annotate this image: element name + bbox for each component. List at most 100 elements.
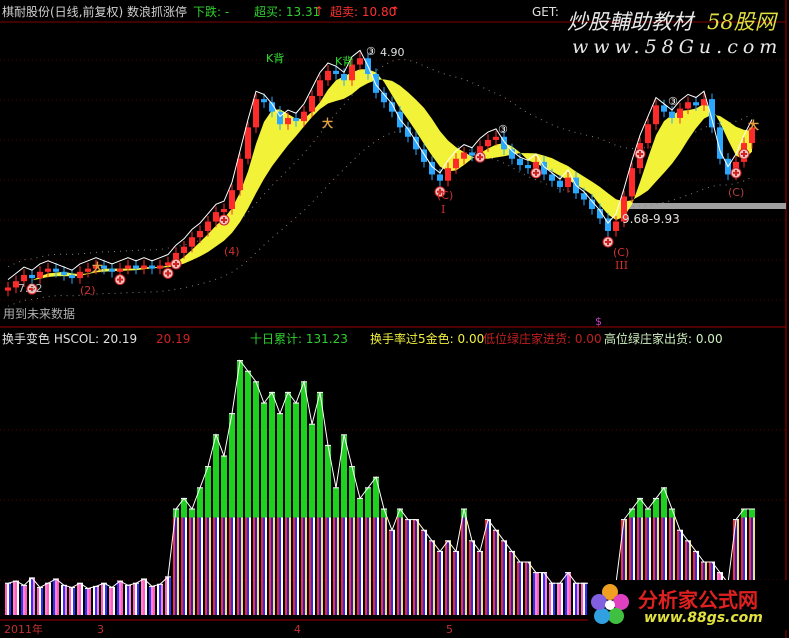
turnover-bar <box>437 551 439 615</box>
person-icon: 大 <box>92 261 103 274</box>
candle-up <box>685 102 691 109</box>
turnover-bar <box>55 578 57 615</box>
turnover-bar <box>153 586 155 615</box>
turnover-bar <box>193 509 195 615</box>
turnover-bar <box>143 578 145 615</box>
turnover-bar <box>53 578 55 615</box>
turnover-bar <box>5 583 7 615</box>
turnover-bar <box>525 562 527 615</box>
turnover-bar <box>29 577 31 615</box>
turnover-bar <box>441 551 443 615</box>
turnover-bar <box>149 586 151 615</box>
turnover-bar <box>101 583 103 615</box>
turnover-bar <box>73 587 75 615</box>
turnover-bar <box>177 509 179 615</box>
turnover-bar <box>381 509 383 615</box>
turnover-bar <box>487 519 489 615</box>
turnover-bar <box>31 577 33 615</box>
candle-down <box>549 174 555 181</box>
candle-down <box>29 274 35 279</box>
candle-up <box>237 158 243 191</box>
turnover-bar <box>477 551 479 615</box>
turnover-bar <box>47 583 49 615</box>
arrow-icon: ↑ <box>314 4 325 18</box>
candle-up <box>85 268 91 272</box>
turnover-bar-top <box>357 498 363 518</box>
turnover-bar <box>157 584 159 615</box>
turnover-bar <box>567 572 569 615</box>
candle-up <box>325 70 331 81</box>
person-icon: 大 <box>748 119 759 132</box>
candle-up <box>45 268 51 272</box>
turnover-bar-top <box>749 509 755 518</box>
candle-down <box>133 265 139 269</box>
wave1-roman: I <box>441 203 446 216</box>
turnover-bar-top <box>741 509 747 518</box>
turnover-bar <box>529 562 531 615</box>
overbought-value: 超买: 13.31 <box>254 5 321 19</box>
turnover-bar <box>445 540 447 615</box>
turnover-bar <box>513 551 515 615</box>
turnover-bar <box>449 540 451 615</box>
turnover-bar <box>409 519 411 615</box>
wave4-label: (4) <box>224 245 240 258</box>
turnover-bar <box>503 540 505 615</box>
turnover-bar <box>141 578 143 615</box>
turnover-bar <box>401 509 403 615</box>
candle-down <box>149 265 155 269</box>
turnover-bar <box>559 583 561 615</box>
candle-up <box>197 230 203 238</box>
turnover-bar <box>95 586 97 615</box>
turnover-bar-top <box>365 487 371 518</box>
candle-up <box>165 262 171 266</box>
turnover-bar <box>175 509 177 615</box>
candle-up <box>189 237 195 247</box>
turnover-bar <box>129 585 131 615</box>
turnover-bar <box>573 583 575 615</box>
chart-title: 棋耐股份(日线,前复权) 数浪抓涨停 <box>2 5 187 19</box>
candle-up <box>245 127 251 159</box>
wave3-label: ③ <box>668 95 678 108</box>
candle-up <box>141 265 147 269</box>
turnover-bar <box>69 587 71 615</box>
candle-up <box>205 221 211 231</box>
watermark-cn: 炒股輔助教材 <box>567 10 693 34</box>
candle-up <box>677 108 683 118</box>
turnover-bar <box>39 587 41 615</box>
wave3-label: ③ <box>366 45 376 58</box>
candle-down <box>61 271 67 275</box>
turnover-bar <box>165 576 167 615</box>
turnover-bar <box>431 540 433 615</box>
ten-day-total: 十日累计: 131.23 <box>250 332 348 346</box>
turnover-bar <box>421 530 423 615</box>
candle-down <box>557 180 563 188</box>
turnover-bar <box>415 519 417 615</box>
turnover-bars <box>5 359 755 615</box>
turnover-bar-top <box>269 392 275 518</box>
turnover-bar <box>133 583 135 615</box>
low-price-label: 7.32 <box>18 282 43 295</box>
turnover-bar <box>463 509 465 615</box>
candle-up <box>493 136 499 140</box>
turnover-bar <box>45 583 47 615</box>
turnover-bar <box>119 581 121 615</box>
turnover-bar <box>561 583 563 615</box>
candle-up <box>21 274 27 282</box>
turnover-bar-top <box>277 413 283 518</box>
turnover-bar <box>543 572 545 615</box>
turnover-bar <box>97 586 99 615</box>
candle-up <box>125 265 131 269</box>
turnover-bar <box>407 519 409 615</box>
candle-up <box>77 271 83 279</box>
turnover-bar <box>87 588 89 615</box>
candle-up <box>613 221 619 231</box>
turnover-bar <box>425 530 427 615</box>
turnover-bar <box>551 583 553 615</box>
turnover-bar-top <box>221 456 227 518</box>
k-back-label: K背 <box>335 55 354 68</box>
hscol-value: 换手变色 HSCOL: 20.19 <box>2 332 138 346</box>
turnover-bar <box>151 586 153 615</box>
turnover-bar <box>93 586 95 615</box>
turnover-bar <box>33 577 35 615</box>
candle-up <box>213 212 219 222</box>
